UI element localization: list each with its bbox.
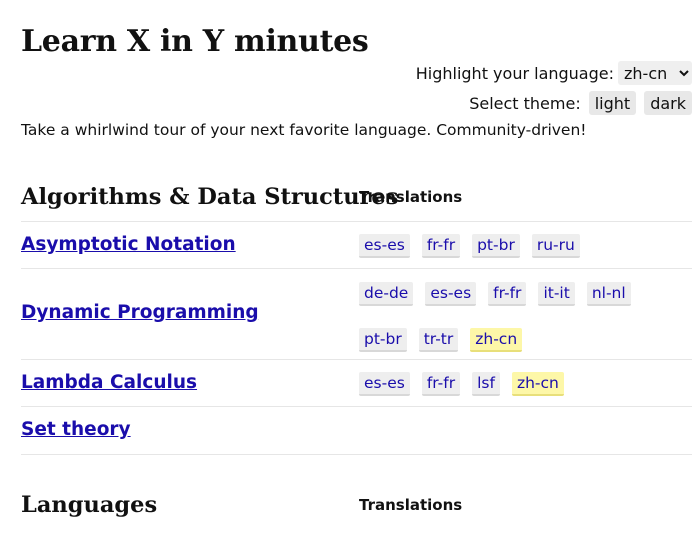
translation-tag[interactable]: de-de <box>359 282 414 306</box>
translations-column-header: Translations <box>359 188 463 206</box>
translation-tag[interactable]: nl-nl <box>586 282 631 306</box>
topic-link-dynamic-programming[interactable]: Dynamic Programming <box>21 302 259 323</box>
site-title: Learn X in Y minutes <box>21 24 369 59</box>
topic-link-set-theory[interactable]: Set theory <box>21 419 131 440</box>
table-row: Asymptotic Notation es-es fr-fr pt-br ru… <box>21 221 692 269</box>
table-row: Lambda Calculus es-es fr-fr lsf zh-cn <box>21 359 692 407</box>
section-header-languages: Languages Translations <box>21 492 692 540</box>
theme-dark-button[interactable]: dark <box>644 91 692 115</box>
tagline: Take a whirlwind tour of your next favor… <box>21 121 587 139</box>
theme-label: Select theme: <box>469 93 581 113</box>
section-heading: Languages <box>21 492 158 518</box>
topic-link-lambda-calculus[interactable]: Lambda Calculus <box>21 372 197 393</box>
translations-column-header: Translations <box>359 496 463 514</box>
table-row: Dynamic Programming de-de es-es fr-fr it… <box>21 268 692 360</box>
translation-tag[interactable]: ru-ru <box>531 234 580 258</box>
section-heading: Algorithms & Data Structures <box>21 184 399 210</box>
translation-tag[interactable]: es-es <box>359 234 410 258</box>
translation-tag[interactable]: fr-fr <box>488 282 527 306</box>
translation-tag[interactable]: it-it <box>538 282 575 306</box>
highlight-language-row: Highlight your language: zh-cn <box>416 60 692 86</box>
translation-tag[interactable]: fr-fr <box>421 372 461 396</box>
translation-tag[interactable]: pt-br <box>472 234 520 258</box>
translation-tag[interactable]: tr-tr <box>418 328 459 352</box>
translation-tag[interactable]: pt-br <box>359 328 407 352</box>
translation-tag-highlighted[interactable]: zh-cn <box>470 328 523 352</box>
translation-tag[interactable]: lsf <box>472 372 500 396</box>
highlight-language-label: Highlight your language: <box>415 63 614 83</box>
translation-tag[interactable]: es-es <box>359 372 410 396</box>
translation-tag[interactable]: es-es <box>425 282 477 306</box>
theme-row: Select theme: light dark <box>416 90 692 116</box>
topic-link-asymptotic-notation[interactable]: Asymptotic Notation <box>21 234 236 255</box>
table-row: Set theory <box>21 406 692 455</box>
settings-controls: Highlight your language: zh-cn Select th… <box>416 60 692 120</box>
highlight-language-select[interactable]: zh-cn <box>618 61 692 85</box>
translation-tag-highlighted[interactable]: zh-cn <box>511 372 564 396</box>
theme-light-button[interactable]: light <box>588 91 637 115</box>
translation-tag[interactable]: fr-fr <box>421 234 461 258</box>
